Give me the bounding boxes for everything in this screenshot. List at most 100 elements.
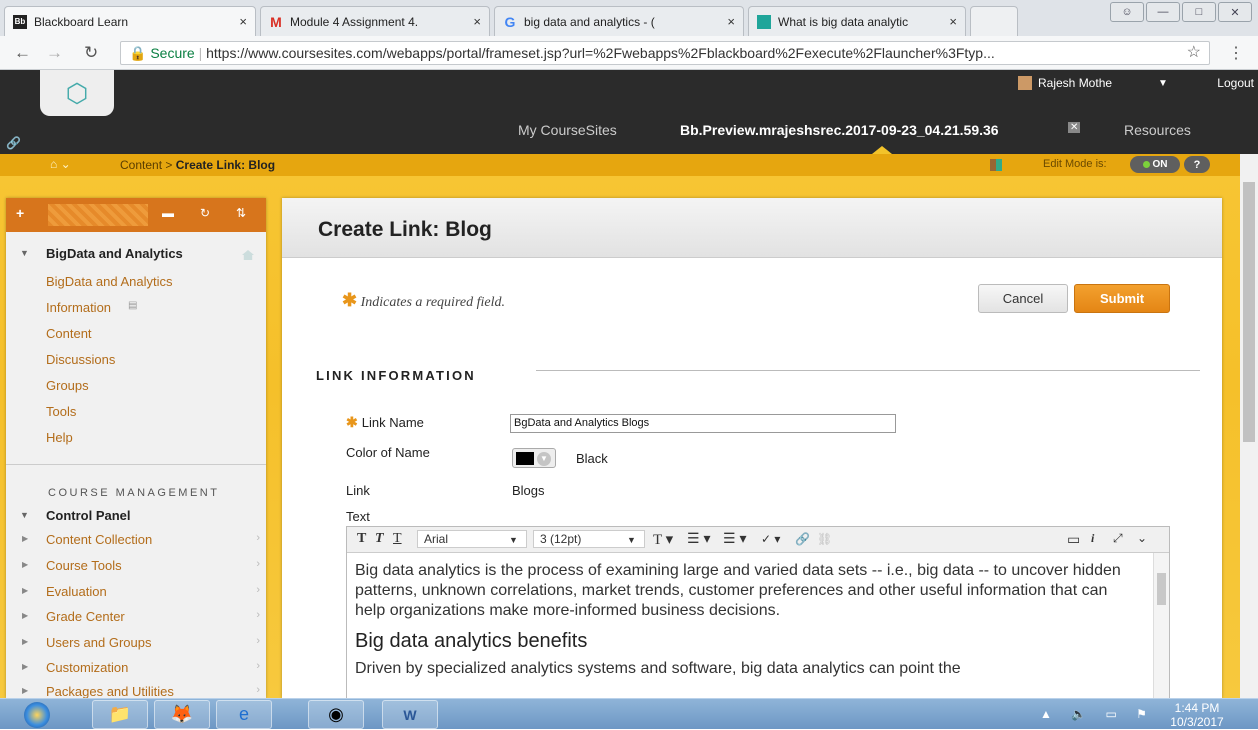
- logout-link[interactable]: Logout: [1217, 76, 1254, 90]
- link-name-label: ✱ Link Name: [346, 414, 424, 431]
- course-title[interactable]: BigData and Analytics: [20, 246, 183, 261]
- chevron-down-icon: ▼: [627, 535, 636, 545]
- sidebar-item-help[interactable]: Help: [46, 430, 73, 445]
- submit-button[interactable]: Submit: [1074, 284, 1170, 313]
- close-icon[interactable]: ×: [239, 14, 247, 29]
- page-scrollbar[interactable]: [1240, 154, 1258, 698]
- cp-item[interactable]: ▶ Customization ›: [22, 660, 260, 675]
- refresh-icon[interactable]: ↻: [200, 206, 210, 220]
- firefox-icon[interactable]: 🦊: [154, 700, 210, 729]
- chevron-down-icon[interactable]: ▼: [1158, 78, 1168, 89]
- underline-icon[interactable]: T: [393, 531, 402, 547]
- new-tab-button[interactable]: [970, 6, 1018, 36]
- cp-item[interactable]: ▶ Content Collection ›: [22, 532, 260, 547]
- cp-item[interactable]: ▶ Evaluation ›: [22, 584, 260, 599]
- editor-scrollbar[interactable]: [1153, 553, 1169, 698]
- color-picker[interactable]: ▼: [512, 448, 556, 468]
- browser-tab-bar: Bb Blackboard Learn × M Module 4 Assignm…: [0, 0, 1258, 36]
- start-button[interactable]: [8, 699, 66, 730]
- profile-icon[interactable]: ☺: [1110, 2, 1144, 22]
- clock[interactable]: 1:44 PM 10/3/2017: [1160, 701, 1234, 729]
- reorder-icon[interactable]: ⇅: [236, 206, 246, 220]
- info-icon[interactable]: i: [1091, 531, 1094, 546]
- editor-content[interactable]: Big data analytics is the process of exa…: [355, 561, 1125, 679]
- section-divider: [536, 370, 1200, 371]
- explorer-icon[interactable]: 📁: [92, 700, 148, 729]
- coursesites-logo[interactable]: ⬡: [40, 70, 114, 116]
- cp-item[interactable]: ▶ Course Tools ›: [22, 558, 260, 573]
- window-close-icon[interactable]: ✕: [1218, 2, 1252, 22]
- chevron-right-icon: ›: [256, 609, 260, 621]
- folder-view-icon[interactable]: ▬: [162, 206, 174, 220]
- sidebar-item-tools[interactable]: Tools: [46, 404, 76, 419]
- sidebar-item-information[interactable]: Information: [46, 300, 111, 315]
- close-icon[interactable]: ×: [727, 14, 735, 29]
- url-input[interactable]: 🔒 Secure | https://www.coursesites.com/w…: [120, 41, 1210, 65]
- collapse-toolbar-icon[interactable]: ⌄: [1137, 531, 1147, 545]
- italic-icon[interactable]: T: [375, 531, 384, 547]
- toolbar-stripe: [48, 204, 148, 226]
- forward-icon[interactable]: →: [46, 43, 63, 63]
- chevron-right-icon: ›: [256, 584, 260, 596]
- spellcheck-icon[interactable]: ✓ ▾: [761, 532, 780, 546]
- minimize-icon[interactable]: —: [1146, 2, 1180, 22]
- scrollbar-thumb[interactable]: [1157, 573, 1166, 605]
- breadcrumb-parent[interactable]: Content: [120, 158, 162, 172]
- edit-mode-toggle[interactable]: ON: [1130, 156, 1180, 173]
- help-button[interactable]: ?: [1184, 156, 1210, 173]
- blackboard-icon: Bb: [13, 14, 27, 29]
- sidebar-item-content[interactable]: Content: [46, 326, 92, 341]
- bold-icon[interactable]: T: [357, 531, 366, 547]
- editor-paragraph-cut: Driven by specialized analytics systems …: [355, 660, 961, 677]
- tab-blackboard[interactable]: Bb Blackboard Learn ×: [4, 6, 256, 36]
- unlink-icon[interactable]: ⛓: [817, 532, 832, 546]
- course-home-icon[interactable]: [242, 250, 254, 260]
- cp-item[interactable]: ▶ Packages and Utilities ›: [22, 684, 260, 698]
- cp-item[interactable]: ▶ Users and Groups ›: [22, 635, 260, 650]
- reload-icon[interactable]: ↻: [84, 43, 98, 63]
- chrome-icon[interactable]: ◉: [308, 700, 364, 729]
- close-icon[interactable]: ×: [949, 14, 957, 29]
- cp-item[interactable]: ▶ Grade Center ›: [22, 609, 260, 624]
- link-name-input[interactable]: BgData and Analytics Blogs: [510, 414, 896, 433]
- cancel-button[interactable]: Cancel: [978, 284, 1068, 313]
- system-tray: ▲ 🔈 ▭ ⚑: [1040, 707, 1155, 721]
- add-menu-item-icon[interactable]: +: [16, 205, 24, 221]
- fullscreen-icon[interactable]: ⤢: [1113, 531, 1123, 546]
- color-swatch: [516, 452, 534, 465]
- text-editor[interactable]: T T T Arial ▼ 3 (12pt) ▼ T ▾ ☰ ▾ ☰ ▾ ✓ ▾…: [346, 526, 1170, 698]
- back-icon[interactable]: ←: [14, 43, 31, 63]
- tab-google[interactable]: G big data and analytics - ( ×: [494, 6, 744, 36]
- expand-icon: ▶: [22, 560, 29, 569]
- sidebar-item-bigdata[interactable]: BigData and Analytics: [46, 274, 172, 289]
- preview-icon[interactable]: ▭: [1067, 531, 1080, 548]
- course-menu-icon[interactable]: ✕: [1068, 122, 1081, 133]
- nav-my-coursesites[interactable]: My CourseSites: [518, 122, 617, 138]
- tab-techtarget[interactable]: What is big data analytic ×: [748, 6, 966, 36]
- browser-menu-icon[interactable]: ⋮: [1228, 43, 1244, 63]
- pin-icon[interactable]: 🔗: [6, 136, 21, 150]
- sidebar-item-groups[interactable]: Groups: [46, 378, 89, 393]
- user-menu[interactable]: Rajesh Mothe ▼: [1018, 76, 1168, 90]
- control-panel[interactable]: Control Panel: [20, 508, 130, 523]
- student-preview-icon[interactable]: [990, 159, 1002, 171]
- font-size-value: 3 (12pt): [540, 532, 582, 546]
- word-icon[interactable]: W: [382, 700, 438, 729]
- text-color-icon[interactable]: T ▾: [653, 530, 673, 549]
- cp-item-label: Grade Center: [46, 609, 125, 624]
- maximize-icon[interactable]: □: [1182, 2, 1216, 22]
- link-icon[interactable]: 🔗: [795, 532, 810, 546]
- nav-current-course[interactable]: Bb.Preview.mrajeshsrec.2017-09-23_04.21.…: [680, 122, 999, 138]
- nav-resources[interactable]: Resources: [1124, 122, 1191, 138]
- chevron-right-icon: ›: [256, 660, 260, 672]
- bullet-list-icon[interactable]: ☰ ▾: [687, 530, 710, 547]
- course-menu-toolbar: + ▬ ↻ ⇅: [6, 198, 266, 232]
- bookmark-star-icon[interactable]: ☆: [1187, 42, 1201, 64]
- tab-gmail[interactable]: M Module 4 Assignment 4. ×: [260, 6, 490, 36]
- close-icon[interactable]: ×: [473, 14, 481, 29]
- sidebar-item-discussions[interactable]: Discussions: [46, 352, 115, 367]
- internet-explorer-icon[interactable]: e: [216, 700, 272, 729]
- home-icon[interactable]: ⌂ ⌄: [50, 157, 71, 171]
- numbered-list-icon[interactable]: ☰ ▾: [723, 530, 746, 547]
- page-scrollbar-thumb[interactable]: [1243, 182, 1255, 442]
